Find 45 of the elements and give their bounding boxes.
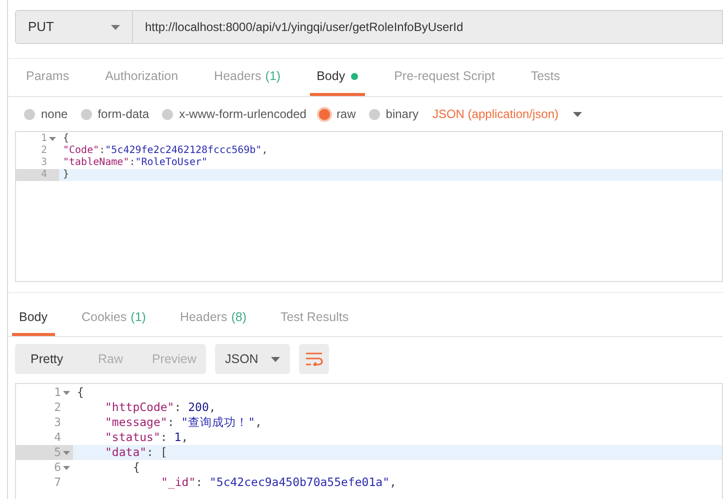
code-line: { [76,385,84,400]
radio-option[interactable]: form-data [80,105,150,123]
line-number: 2 [40,145,47,157]
caret-icon [271,356,280,362]
line-number: 1 [54,385,61,400]
code-line: "tableName":"RoleToUser" [62,157,208,169]
fold-caret-icon[interactable] [63,450,70,454]
view-mode-option[interactable]: Pretty [15,344,79,374]
code-line: } [62,169,70,181]
wrap-lines-icon [305,352,323,366]
tab[interactable]: Body [310,59,366,96]
caret-icon [572,112,582,116]
fold-caret-icon[interactable] [63,466,70,470]
format-dropdown[interactable]: JSON [215,344,290,374]
code-line: { [132,460,140,475]
code-line: "httpCode": 200, [104,400,216,415]
radio-option[interactable]: raw [319,105,356,123]
line-number: 3 [40,157,47,169]
line-number: 7 [54,475,61,490]
line-number: 3 [54,415,61,430]
radio-option[interactable]: none [24,105,68,123]
line-number: 5 [54,445,61,460]
tab[interactable]: Body [12,301,54,336]
radio-button[interactable] [24,108,35,120]
radio-button[interactable] [368,108,380,120]
code-line: "data": [ [104,445,168,460]
line-number: 6 [54,460,61,475]
code-line: "status": 1, [104,430,188,445]
radio-button[interactable] [80,108,92,120]
code-line: { [62,133,70,145]
line-number: 2 [54,400,61,415]
radio-option[interactable]: x-www-form-urlencoded [162,105,306,123]
wrap-lines-button[interactable] [299,344,329,374]
line-number: 4 [54,430,61,445]
radio-button[interactable] [319,108,330,120]
code-line: "_id": "5c42cec9a450b70a55efe01a", [160,475,396,490]
radio-button[interactable] [162,108,174,120]
radio-option[interactable]: binary [368,105,418,123]
fold-caret-icon[interactable] [49,137,56,141]
fold-caret-icon[interactable] [63,390,70,394]
line-number: 1 [40,133,47,145]
line-number: 4 [40,169,47,181]
code-line: "Code":"5c429fe2c2462128fccc569b", [62,145,268,157]
code-editor[interactable]: 1 { 2 "Code":"5c429fe2c2462128fccc569b", 3 "tableName":"RoleToUser" 4 } [15,131,723,282]
code-line: "message": "查询成功！", [104,415,262,430]
